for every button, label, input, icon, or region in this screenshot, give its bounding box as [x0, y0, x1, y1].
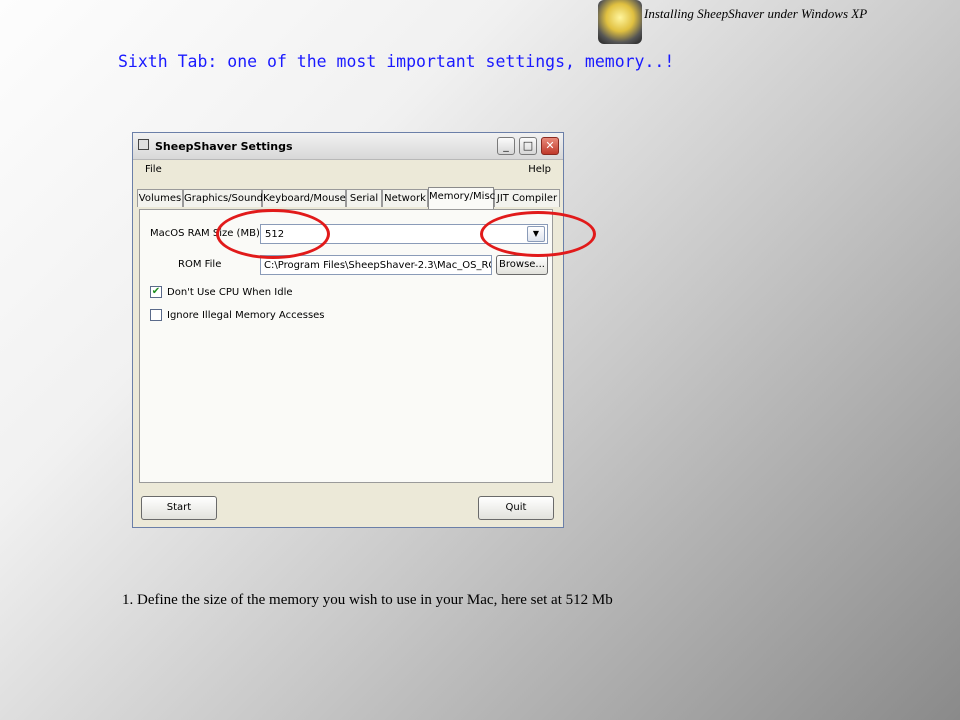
- window-title: SheepShaver Settings: [155, 140, 293, 153]
- close-button[interactable]: ✕: [541, 137, 559, 155]
- start-button[interactable]: Start: [141, 496, 217, 520]
- tab-bar: Volumes Graphics/Sound Keyboard/Mouse Se…: [137, 187, 560, 209]
- quit-button[interactable]: Quit: [478, 496, 554, 520]
- slide-title: Sixth Tab: one of the most important set…: [118, 52, 675, 71]
- settings-window: SheepShaver Settings _ □ ✕ File Help Vol…: [132, 132, 564, 528]
- slide-header: Installing SheepShaver under Windows XP: [644, 6, 868, 21]
- tab-network[interactable]: Network: [382, 189, 428, 207]
- maximize-button[interactable]: □: [519, 137, 537, 155]
- memory-misc-panel: MacOS RAM Size (MB) 512 ▼ ROM File C:\Pr…: [139, 209, 553, 483]
- tab-jit-compiler[interactable]: JIT Compiler: [494, 189, 560, 207]
- rom-file-input[interactable]: C:\Program Files\SheepShaver-2.3\Mac_OS_…: [260, 255, 492, 275]
- highlight-circle-ram-value: [216, 209, 330, 259]
- slide-caption: 1. Define the size of the memory you wis…: [122, 592, 613, 608]
- browse-button[interactable]: Browse...: [496, 255, 548, 275]
- minimize-button[interactable]: _: [497, 137, 515, 155]
- title-bar[interactable]: SheepShaver Settings _ □ ✕: [133, 133, 563, 160]
- ignore-illegal-memory-label: Ignore Illegal Memory Accesses: [167, 310, 325, 321]
- tab-keyboard-mouse[interactable]: Keyboard/Mouse: [262, 189, 346, 207]
- rom-file-value: C:\Program Files\SheepShaver-2.3\Mac_OS_…: [264, 260, 492, 271]
- dont-use-cpu-label: Don't Use CPU When Idle: [167, 287, 293, 298]
- tab-graphics-sound[interactable]: Graphics/Sound: [183, 189, 263, 207]
- highlight-circle-dropdown: [480, 211, 596, 257]
- tab-volumes[interactable]: Volumes: [137, 189, 183, 207]
- app-icon[interactable]: [138, 139, 149, 150]
- tab-serial[interactable]: Serial: [346, 189, 382, 207]
- menu-help[interactable]: Help: [528, 164, 551, 175]
- menu-file[interactable]: File: [145, 164, 162, 175]
- sheep-logo-icon: [598, 0, 642, 44]
- dont-use-cpu-checkbox[interactable]: ✔: [150, 286, 162, 298]
- tab-memory-misc[interactable]: Memory/Misc: [428, 187, 495, 209]
- menu-bar: File Help: [133, 160, 563, 180]
- ignore-illegal-memory-checkbox[interactable]: [150, 309, 162, 321]
- rom-file-label: ROM File: [178, 259, 222, 270]
